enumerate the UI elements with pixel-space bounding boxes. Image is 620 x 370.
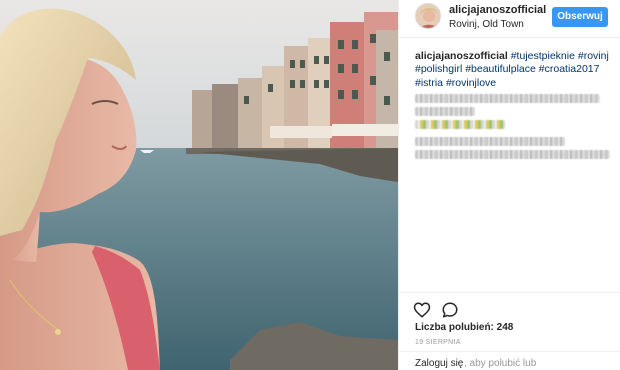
hashtag[interactable]: #polishgirl: [415, 63, 462, 75]
pixelated-comment-line: [415, 150, 610, 159]
avatar-image: [416, 4, 440, 28]
login-prompt: Zaloguj się , aby polubić lub: [399, 351, 620, 370]
avatar[interactable]: [415, 3, 441, 29]
login-prompt-text: , aby polubić lub: [464, 358, 537, 369]
post-image: [0, 0, 398, 370]
heart-icon[interactable]: [413, 301, 431, 319]
post-username[interactable]: alicjajanoszofficial: [449, 4, 546, 16]
hashtag[interactable]: #croatia2017: [539, 63, 600, 75]
caption-username[interactable]: alicjajanoszofficial: [415, 50, 508, 62]
post-date: 19 SIERPNIA: [415, 339, 461, 346]
comment-icon: [442, 302, 458, 318]
likes-count[interactable]: Liczba polubień: 248: [415, 322, 513, 333]
comment-icon[interactable]: [441, 301, 459, 319]
heart-icon: [413, 302, 431, 318]
post-caption: alicjajanoszofficial #tujestpieknie #rov…: [415, 50, 610, 90]
hashtag[interactable]: #tujestpieknie: [511, 50, 575, 62]
pixelated-comment-line: [415, 107, 475, 116]
post-side-panel: alicjajanoszofficial Rovinj, Old Town Ob…: [398, 0, 620, 370]
hashtag[interactable]: #istria: [415, 77, 443, 89]
hashtag[interactable]: #beautifulplace: [465, 63, 536, 75]
hashtag[interactable]: #rovinjlove: [446, 77, 496, 89]
hashtag[interactable]: #rovinj: [578, 50, 609, 62]
pixelated-comment-line: [415, 137, 565, 146]
post-location[interactable]: Rovinj, Old Town: [449, 19, 524, 30]
pixelated-comments: [415, 90, 610, 159]
pixelated-comment-line: [415, 94, 600, 103]
post-actions: Liczba polubień: 248 19 SIERPNIA Zaloguj…: [399, 292, 620, 370]
post-photo[interactable]: [0, 0, 398, 370]
follow-button[interactable]: Obserwuj: [552, 7, 608, 27]
pixelated-comment-line: [415, 120, 505, 129]
post-header: alicjajanoszofficial Rovinj, Old Town Ob…: [399, 0, 620, 38]
login-link[interactable]: Zaloguj się: [415, 358, 463, 369]
